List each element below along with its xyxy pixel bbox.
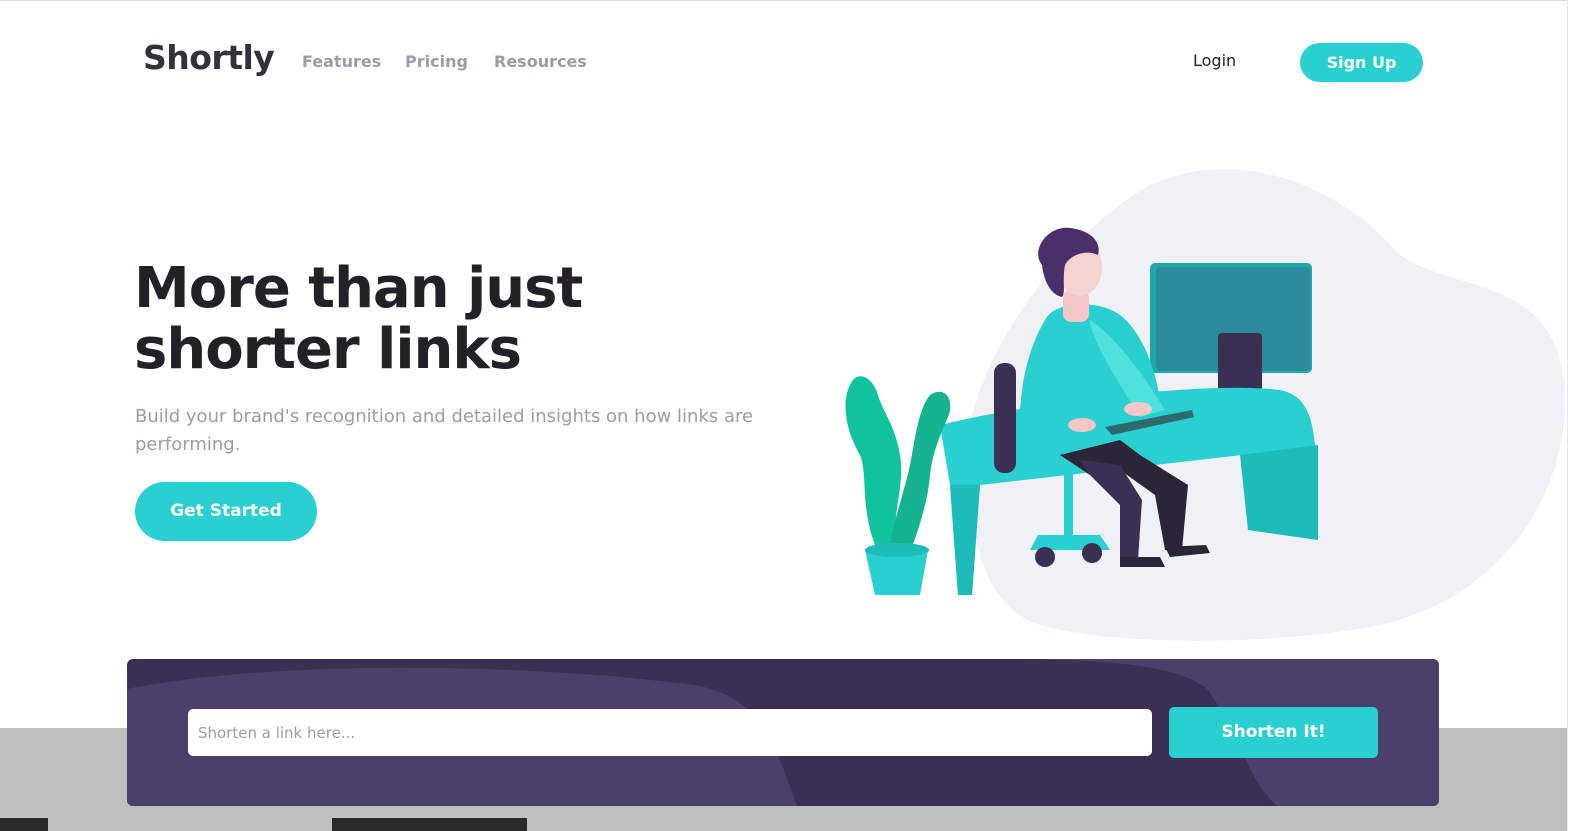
login-link[interactable]: Login xyxy=(1193,51,1236,70)
hero-subtitle: Build your brand's recognition and detai… xyxy=(135,406,754,455)
nav-link-features[interactable]: Features xyxy=(302,52,381,71)
nav-link-pricing[interactable]: Pricing xyxy=(405,52,468,71)
window-top-border xyxy=(0,0,1585,1)
shorten-form: Shorten It! xyxy=(127,659,1439,806)
site-logo[interactable]: Shortly xyxy=(143,38,275,77)
potted-plant-icon xyxy=(845,376,951,595)
person-working-illustration xyxy=(845,169,1566,641)
shorten-link-input[interactable] xyxy=(188,709,1152,756)
hero-title-line-1: More than just xyxy=(134,256,583,321)
hero-title: More than just shorter links xyxy=(134,258,774,380)
footer-edge xyxy=(332,818,527,831)
shorten-it-button[interactable]: Shorten It! xyxy=(1169,707,1378,758)
get-started-button[interactable]: Get Started xyxy=(135,482,317,541)
nav-link-resources[interactable]: Resources xyxy=(494,52,587,71)
footer-edge xyxy=(0,818,48,831)
signup-button[interactable]: Sign Up xyxy=(1300,43,1423,82)
hero-title-line-2: shorter links xyxy=(134,317,522,382)
scrollbar-track[interactable] xyxy=(1567,0,1585,831)
